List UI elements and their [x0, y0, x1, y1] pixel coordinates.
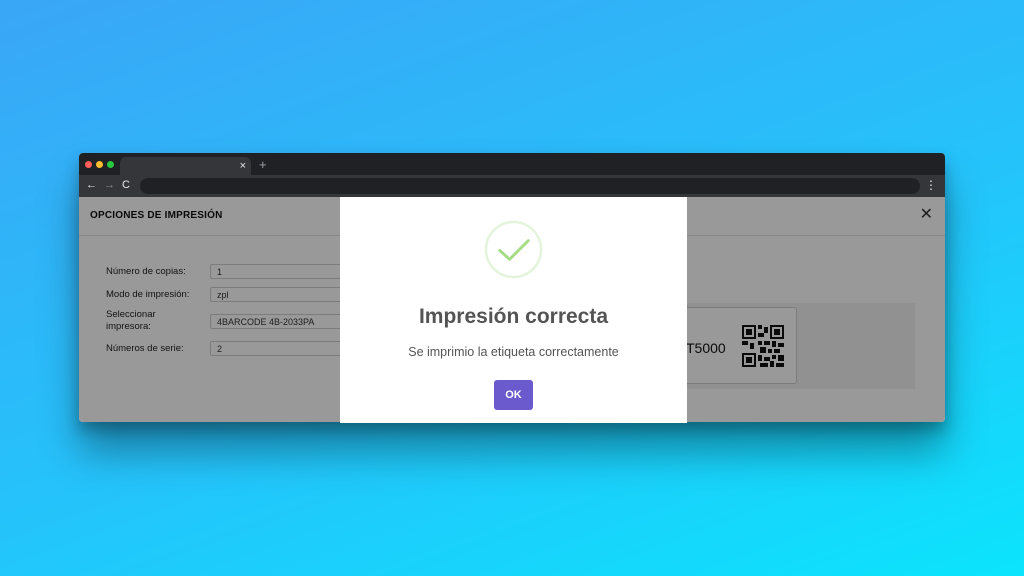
tab-bar: × + [79, 153, 945, 175]
maximize-window-button[interactable] [107, 161, 114, 168]
minimize-window-button[interactable] [96, 161, 103, 168]
new-tab-icon[interactable]: + [259, 157, 267, 173]
tab-close-icon[interactable]: × [240, 159, 246, 173]
back-icon[interactable]: ← [86, 178, 97, 192]
forward-icon[interactable]: → [104, 178, 115, 192]
address-bar[interactable] [140, 178, 920, 194]
dialog-title: Impresión correcta [418, 305, 609, 328]
ok-button[interactable]: OK [494, 380, 533, 410]
dialog-message: Se imprimio la etiqueta correctamente [408, 345, 619, 359]
browser-menu-icon[interactable]: ⋮ [925, 178, 937, 192]
close-window-button[interactable] [85, 161, 92, 168]
reload-icon[interactable]: C [122, 178, 130, 192]
browser-toolbar: ← → C ⋮ [79, 175, 945, 197]
browser-tab[interactable]: × [120, 157, 251, 175]
success-check-icon [484, 220, 543, 279]
success-dialog: Impresión correcta Se imprimio la etique… [340, 197, 687, 423]
